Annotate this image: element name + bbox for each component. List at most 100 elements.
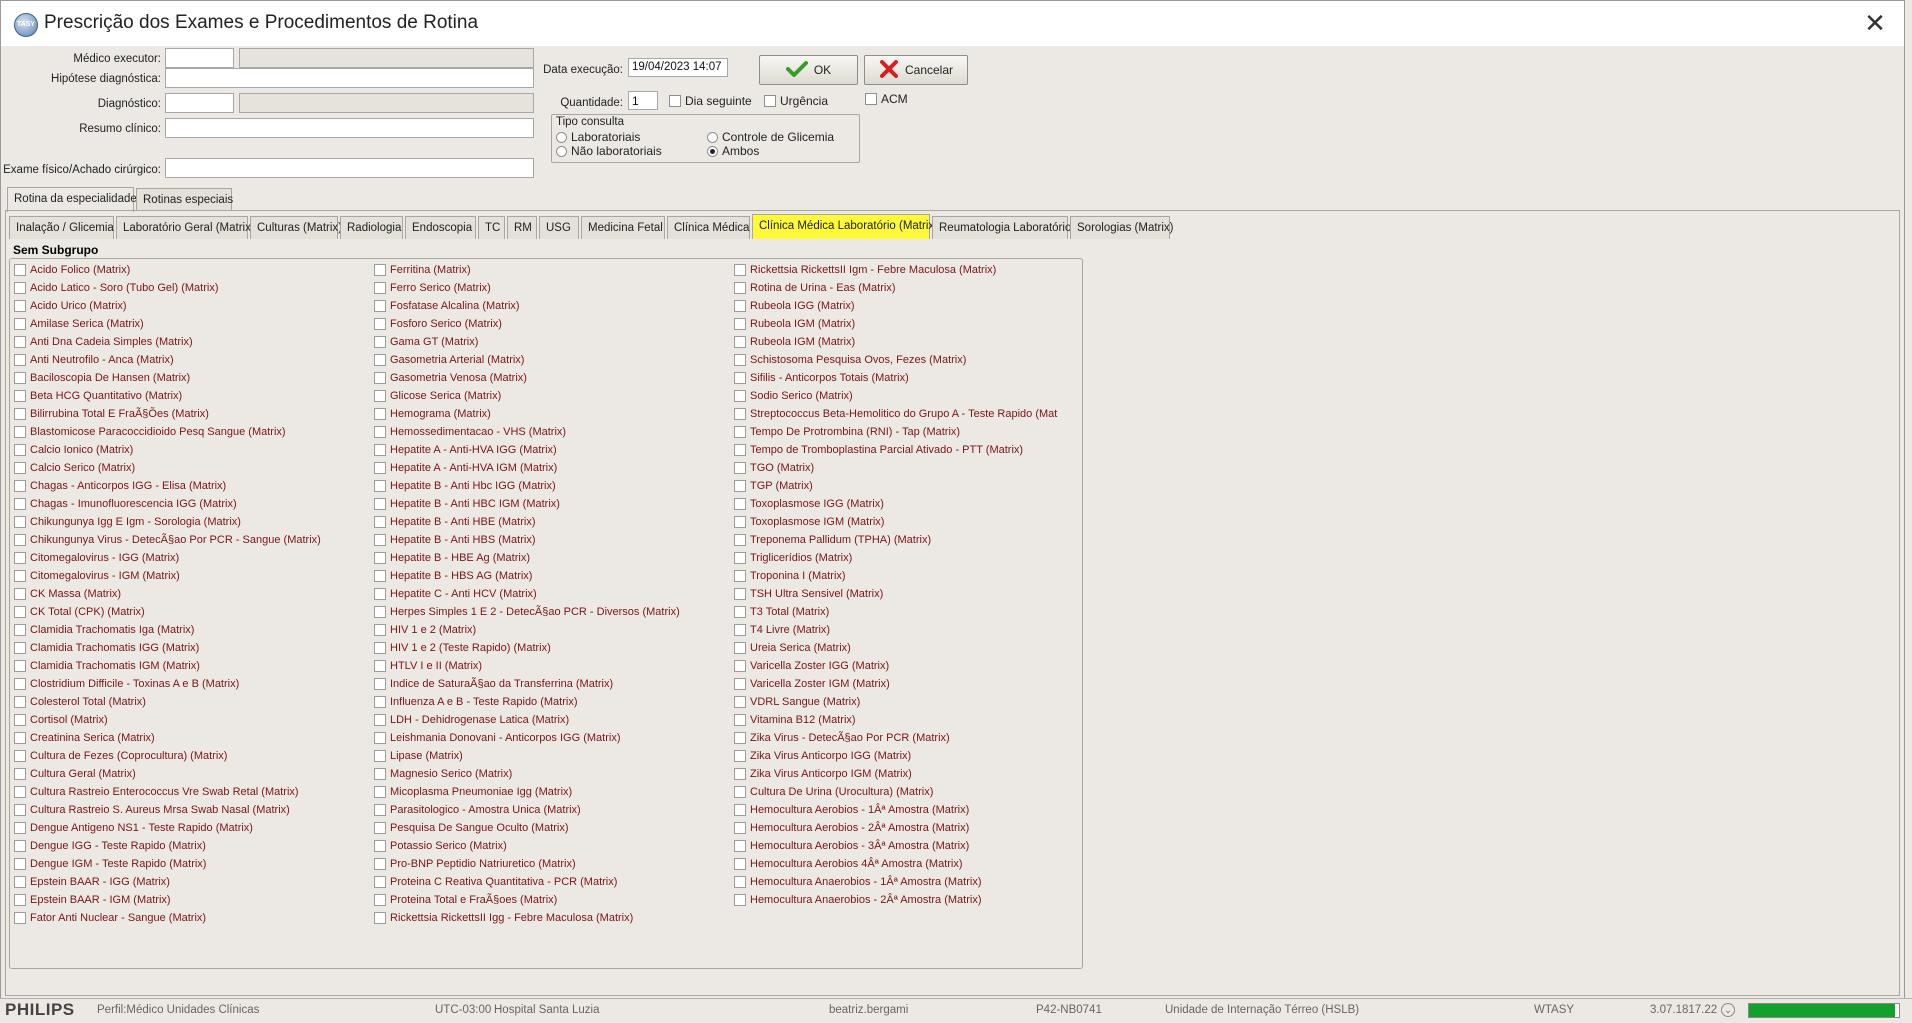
exam-item[interactable]: TSH Ultra Sensivel (Matrix)	[734, 585, 1057, 603]
tab-laboratorio-geral[interactable]: Laboratório Geral (Matrix)	[116, 216, 255, 239]
exam-checkbox[interactable]	[14, 786, 26, 798]
exam-checkbox[interactable]	[734, 426, 746, 438]
exam-checkbox[interactable]	[734, 660, 746, 672]
exam-checkbox[interactable]	[734, 282, 746, 294]
exam-item[interactable]: Glicose Serica (Matrix)	[374, 387, 680, 405]
exam-item[interactable]: Rotina de Urina - Eas (Matrix)	[734, 279, 1057, 297]
exam-item[interactable]: Fosforo Serico (Matrix)	[374, 315, 680, 333]
exam-checkbox[interactable]	[14, 264, 26, 276]
tab-tc[interactable]: TC	[478, 216, 505, 239]
exam-item[interactable]: Dengue Antigeno NS1 - Teste Rapido (Matr…	[14, 819, 321, 837]
exam-item[interactable]: Leishmania Donovani - Anticorpos IGG (Ma…	[374, 729, 680, 747]
exam-checkbox[interactable]	[374, 624, 386, 636]
tab-clinica-medica[interactable]: Clínica Médica	[667, 216, 750, 239]
acm-checkbox[interactable]: ACM	[865, 92, 908, 106]
tab-rotina-especialidade[interactable]: Rotina da especialidade	[7, 187, 137, 212]
exam-checkbox[interactable]	[734, 588, 746, 600]
exam-item[interactable]: Calcio Ionico (Matrix)	[14, 441, 321, 459]
radio-controle-glicemia[interactable]: Controle de Glicemia	[707, 130, 834, 144]
radio-nao-laboratoriais[interactable]: Não laboratoriais	[556, 144, 662, 158]
exam-item[interactable]: Herpes Simples 1 E 2 - DetecÃ§ao PCR - D…	[374, 603, 680, 621]
exam-item[interactable]: CK Massa (Matrix)	[14, 585, 321, 603]
exam-checkbox[interactable]	[14, 768, 26, 780]
exam-checkbox[interactable]	[734, 714, 746, 726]
exam-checkbox[interactable]	[734, 678, 746, 690]
exam-checkbox[interactable]	[734, 624, 746, 636]
exam-item[interactable]: HIV 1 e 2 (Matrix)	[374, 621, 680, 639]
exam-item[interactable]: Micoplasma Pneumoniae Igg (Matrix)	[374, 783, 680, 801]
exam-checkbox[interactable]	[374, 840, 386, 852]
exam-item[interactable]: Rickettsia RickettsII Igg - Febre Maculo…	[374, 909, 680, 927]
tab-rm[interactable]: RM	[507, 216, 537, 239]
exam-checkbox[interactable]	[374, 552, 386, 564]
exam-checkbox[interactable]	[374, 534, 386, 546]
exam-item[interactable]: Hepatite B - Anti HBS (Matrix)	[374, 531, 680, 549]
exam-item[interactable]: Zika Virus Anticorpo IGM (Matrix)	[734, 765, 1057, 783]
exam-item[interactable]: Dengue IGG - Teste Rapido (Matrix)	[14, 837, 321, 855]
dia-seguinte-box[interactable]	[669, 95, 681, 107]
exam-checkbox[interactable]	[374, 714, 386, 726]
exam-item[interactable]: Treponema Pallidum (TPHA) (Matrix)	[734, 531, 1057, 549]
exam-checkbox[interactable]	[14, 318, 26, 330]
exam-item[interactable]: Zika Virus - DetecÃ§ao Por PCR (Matrix)	[734, 729, 1057, 747]
exam-checkbox[interactable]	[374, 804, 386, 816]
exam-checkbox[interactable]	[734, 552, 746, 564]
cancel-button[interactable]: Cancelar	[864, 55, 968, 85]
exam-item[interactable]: Pro-BNP Peptidio Natriuretico (Matrix)	[374, 855, 680, 873]
exam-checkbox[interactable]	[374, 876, 386, 888]
exam-checkbox[interactable]	[14, 552, 26, 564]
exam-item[interactable]: Clamidia Trachomatis Iga (Matrix)	[14, 621, 321, 639]
exam-item[interactable]: Vitamina B12 (Matrix)	[734, 711, 1057, 729]
tab-inalacao-glicemia[interactable]: Inalação / Glicemia	[9, 216, 114, 239]
exam-checkbox[interactable]	[734, 696, 746, 708]
medico-executor-code-input[interactable]	[165, 48, 234, 68]
exame-fisico-input[interactable]	[165, 158, 534, 178]
exam-item[interactable]: Indice de SaturaÃ§ao da Transferrina (Ma…	[374, 675, 680, 693]
exam-checkbox[interactable]	[14, 534, 26, 546]
exam-item[interactable]: Fator Anti Nuclear - Sangue (Matrix)	[14, 909, 321, 927]
exam-item[interactable]: Amilase Serica (Matrix)	[14, 315, 321, 333]
exam-checkbox[interactable]	[734, 786, 746, 798]
exam-item[interactable]: Calcio Serico (Matrix)	[14, 459, 321, 477]
exam-item[interactable]: Baciloscopia De Hansen (Matrix)	[14, 369, 321, 387]
exam-checkbox[interactable]	[734, 606, 746, 618]
exam-checkbox[interactable]	[374, 822, 386, 834]
exam-checkbox[interactable]	[374, 732, 386, 744]
exam-checkbox[interactable]	[14, 354, 26, 366]
acm-box[interactable]	[865, 93, 877, 105]
exam-item[interactable]: Clamidia Trachomatis IGM (Matrix)	[14, 657, 321, 675]
exam-checkbox[interactable]	[374, 372, 386, 384]
exam-checkbox[interactable]	[734, 642, 746, 654]
tab-sorologias[interactable]: Sorologias (Matrix)	[1070, 216, 1174, 239]
exam-checkbox[interactable]	[14, 876, 26, 888]
exam-checkbox[interactable]	[374, 768, 386, 780]
exam-item[interactable]: Acido Folico (Matrix)	[14, 261, 321, 279]
exam-item[interactable]: Hepatite A - Anti-HVA IGG (Matrix)	[374, 441, 680, 459]
tab-rotinas-especiais[interactable]: Rotinas especiais	[136, 188, 233, 211]
exam-checkbox[interactable]	[374, 480, 386, 492]
exam-checkbox[interactable]	[14, 858, 26, 870]
exam-item[interactable]: Pesquisa De Sangue Oculto (Matrix)	[374, 819, 680, 837]
exam-item[interactable]: TGP (Matrix)	[734, 477, 1057, 495]
close-icon[interactable]: ✕	[1860, 9, 1890, 39]
exam-item[interactable]: T4 Livre (Matrix)	[734, 621, 1057, 639]
exam-checkbox[interactable]	[14, 408, 26, 420]
exam-item[interactable]: Chagas - Anticorpos IGG - Elisa (Matrix)	[14, 477, 321, 495]
exam-item[interactable]: Anti Dna Cadeia Simples (Matrix)	[14, 333, 321, 351]
exam-checkbox[interactable]	[14, 444, 26, 456]
exam-checkbox[interactable]	[14, 516, 26, 528]
data-execucao-input[interactable]: 19/04/2023 14:07	[628, 58, 728, 77]
tab-usg[interactable]: USG	[539, 216, 579, 239]
urgencia-checkbox[interactable]: Urgência	[764, 94, 828, 108]
exam-item[interactable]: Varicella Zoster IGM (Matrix)	[734, 675, 1057, 693]
exam-checkbox[interactable]	[374, 858, 386, 870]
exam-checkbox[interactable]	[734, 732, 746, 744]
exam-checkbox[interactable]	[734, 858, 746, 870]
exam-checkbox[interactable]	[734, 318, 746, 330]
exam-checkbox[interactable]	[374, 444, 386, 456]
hipotese-input[interactable]	[165, 68, 534, 88]
exam-checkbox[interactable]	[374, 462, 386, 474]
exam-item[interactable]: Streptococcus Beta-Hemolitico do Grupo A…	[734, 405, 1057, 423]
exam-item[interactable]: Citomegalovirus - IGG (Matrix)	[14, 549, 321, 567]
exam-checkbox[interactable]	[734, 264, 746, 276]
